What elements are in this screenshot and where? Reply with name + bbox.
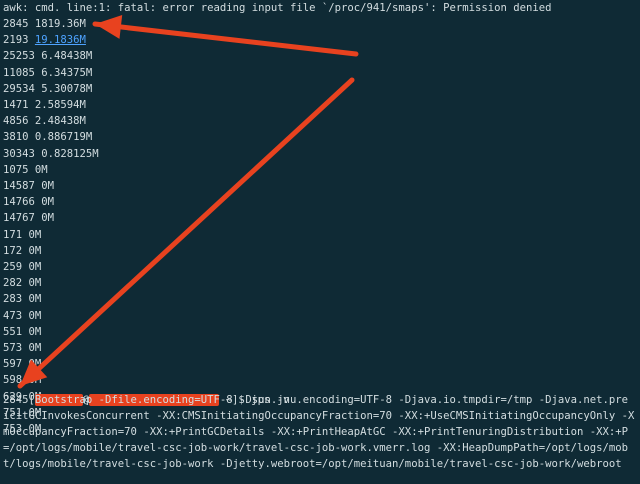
memory-row-value: 0M [28, 228, 42, 241]
memory-row-value: 6.48438M [41, 50, 93, 63]
memory-row: 4856 2.48438M [3, 113, 86, 129]
output-line: 2845 Bootstrap -Dfile.encoding=UTF-8 -Ds… [3, 394, 629, 406]
memory-row: 282 0M [3, 275, 41, 291]
memory-row-pid: 283 [3, 293, 23, 306]
memory-row-pid: 473 [3, 309, 23, 322]
memory-row: 2845 1819.36M [3, 16, 86, 32]
memory-row-pid: 29534 [3, 82, 35, 95]
memory-row-value: 0M [41, 212, 55, 225]
memory-row: 1075 0M [3, 162, 48, 178]
prompt-line: [@ ~]$ jps -v [3, 376, 289, 407]
memory-row: 259 0M [3, 259, 41, 275]
memory-row: 573 0M [3, 340, 41, 356]
memory-row-pid: 597 [3, 358, 23, 371]
memory-row-pid: 14767 [3, 212, 35, 225]
memory-row-pid: 4856 [3, 115, 29, 128]
memory-row-value: 2.58594M [34, 99, 86, 111]
error-line: awk: cmd. line:1: fatal: error reading i… [3, 2, 552, 14]
memory-row-pid: 171 [3, 228, 23, 241]
memory-row: 551 0M [3, 324, 41, 340]
memory-row-value: 0M [28, 325, 42, 338]
memory-row: 30343 0.828125M [3, 146, 99, 162]
memory-row-value: 0M [41, 180, 55, 192]
memory-row: 283 0M [3, 291, 41, 307]
memory-row-pid: 259 [3, 261, 23, 273]
memory-row: 25253 6.48438M [3, 48, 92, 64]
memory-row: 171 0M [3, 227, 41, 243]
memory-row-value: 1819.36M [34, 18, 86, 30]
memory-row-value: 0M [28, 261, 42, 273]
arrow-to-top-row-shaft [92, 21, 359, 57]
memory-row: 3810 0.886719M [3, 129, 92, 145]
memory-row: 11085 6.34375M [3, 65, 92, 81]
memory-row-value: 5.30078M [41, 82, 93, 95]
output-line: icitGCInvokesConcurrent -XX:CMSInitiatin… [3, 410, 635, 422]
memory-row: 1471 2.58594M [3, 97, 86, 113]
memory-row-pid: 30343 [3, 147, 35, 160]
memory-row-pid: 11085 [3, 66, 35, 79]
memory-row: 473 0M [3, 308, 41, 324]
memory-row-pid: 14587 [3, 180, 35, 192]
memory-row: 14767 0M [3, 210, 54, 226]
memory-row-value: 0M [28, 342, 42, 354]
memory-row-value: 0.886719M [34, 131, 93, 144]
memory-row: 14766 0M [3, 194, 54, 210]
memory-row-pid: 1075 [3, 163, 29, 176]
memory-row-pid: 172 [3, 244, 23, 257]
terminal-window[interactable]: awk: cmd. line:1: fatal: error reading i… [0, 0, 640, 484]
memory-row: 14587 0M [3, 178, 54, 194]
memory-row: 172 0M [3, 243, 41, 259]
memory-row-value: 0M [28, 277, 42, 290]
memory-row-value: 0M [28, 358, 42, 371]
memory-row-pid: 573 [3, 342, 23, 354]
memory-row-value: 6.34375M [41, 66, 93, 79]
output-line: t/logs/mobile/travel-csc-job-work -Djett… [3, 458, 622, 470]
memory-row: 29534 5.30078M [3, 81, 92, 97]
memory-row-pid: 14766 [3, 196, 35, 209]
memory-row-pid: 2845 [3, 18, 29, 30]
memory-row-value: 0.828125M [41, 147, 99, 160]
memory-row-value: 0M [28, 293, 42, 306]
memory-row-pid: 1471 [3, 99, 29, 111]
memory-row-value-link[interactable]: 19.1836M [35, 34, 86, 46]
output-line: mOccupancyFraction=70 -XX:+PrintGCDetail… [3, 426, 629, 438]
memory-row-pid: 551 [3, 325, 23, 338]
arrow-to-top-row-head [95, 15, 123, 39]
memory-row-value: 0M [28, 309, 42, 322]
memory-row: 2193 19.1836M [3, 32, 86, 48]
memory-row: 597 0M [3, 356, 41, 372]
memory-row-pid: 25253 [3, 50, 35, 63]
memory-row-pid: 282 [3, 277, 23, 290]
memory-row-value: 0M [34, 163, 48, 176]
memory-row-value: 0M [28, 244, 42, 257]
memory-row-value: 2.48438M [34, 115, 86, 128]
memory-row-pid: 2193 [3, 34, 29, 47]
output-line: =/opt/logs/mobile/travel-csc-job-work/tr… [3, 442, 629, 454]
memory-row-pid: 3810 [3, 131, 29, 144]
memory-row-value: 0M [41, 196, 55, 209]
